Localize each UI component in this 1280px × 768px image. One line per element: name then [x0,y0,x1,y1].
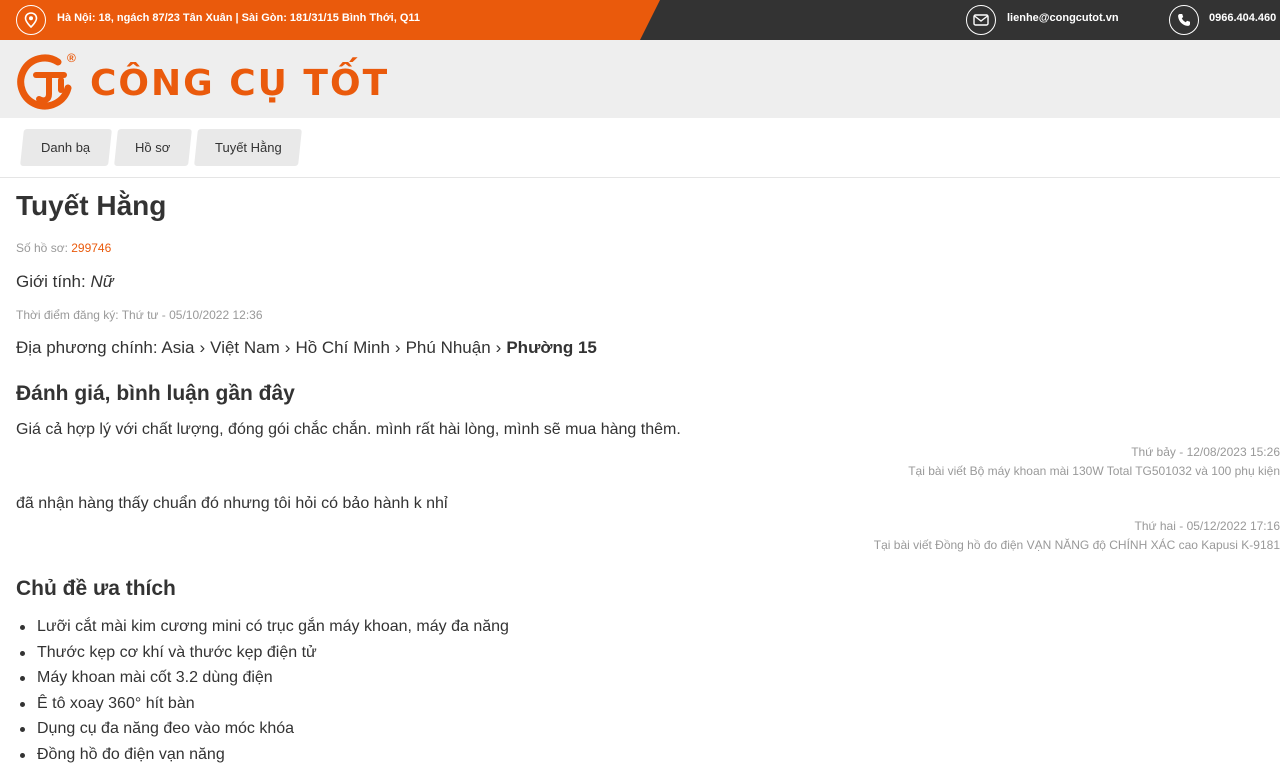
review-date: Thứ hai - 05/12/2022 17:16 [1134,519,1280,533]
topic-link[interactable]: Đồng hồ đo điện vạn năng [37,746,225,763]
review-source-link[interactable]: Tại bài viết Đồng hồ đo điện VẠN NĂNG độ… [874,538,1280,552]
logo-wordmark: CÔNG CỤ TỐT [90,63,390,104]
breadcrumb-label: Danh bạ [41,140,91,155]
header-divider [0,177,1280,178]
location-link-district[interactable]: Phú Nhuận [406,338,491,357]
breadcrumb-label: Tuyết Hằng [214,140,282,155]
logo-registered-mark: ® [67,51,76,65]
mail-icon[interactable] [966,5,996,35]
reviews-heading: Đánh giá, bình luận gần đây [16,382,295,405]
location-link-city[interactable]: Hồ Chí Minh [295,338,389,357]
favorite-topics-heading: Chủ đề ưa thích [16,577,176,600]
page-title: Tuyết Hằng [16,190,167,221]
breadcrumb-item-current[interactable]: Tuyết Hằng [194,129,302,166]
review-date: Thứ bảy - 12/08/2023 15:26 [1131,445,1280,459]
topic-link[interactable]: Lưỡi cắt mài kim cương mini có trục gắn … [37,618,509,635]
profile-number-label: Số hồ sơ: [16,241,72,255]
review-text: đã nhận hàng thấy chuẩn đó nhưng tôi hỏi… [16,495,448,512]
list-item: Thước kẹp cơ khí và thước kẹp điện tử [16,640,509,666]
registration-time: Thời điểm đăng ký: Thứ tư - 05/10/2022 1… [16,308,263,322]
site-header: ® CÔNG CỤ TỐT [0,40,1280,118]
list-item: Dụng cụ đa năng đeo vào móc khóa [16,716,509,742]
location-pin-icon [16,5,46,35]
top-contact-bar: Hà Nội: 18, ngách 87/23 Tân Xuân | Sài G… [0,0,1280,40]
profile-number: Số hồ sơ: 299746 [16,241,111,255]
phone-icon[interactable] [1169,5,1199,35]
list-item: Lưỡi cắt mài kim cương mini có trục gắn … [16,614,509,640]
list-item: Đồng hồ đo điện vạn năng [16,742,509,768]
review-source-link[interactable]: Tại bài viết Bộ máy khoan mài 130W Total… [908,464,1280,478]
contact-email-link[interactable]: lienhe@congcutot.vn [1007,12,1119,24]
topic-link[interactable]: Dụng cụ đa năng đeo vào móc khóa [37,720,294,737]
location-current-ward: Phường 15 [506,338,597,357]
topic-link[interactable]: Máy khoan mài cốt 3.2 dùng điện [37,669,273,686]
gender-label: Giới tính: [16,272,91,291]
location-link-country[interactable]: Việt Nam [210,338,280,357]
topic-link[interactable]: Ê tô xoay 360° hít bàn [37,695,195,712]
favorite-topics-list: Lưỡi cắt mài kim cương mini có trục gắn … [16,614,509,768]
location-link-region[interactable]: Asia [161,338,194,357]
list-item: Ê tô xoay 360° hít bàn [16,691,509,717]
review-text: Giá cả hợp lý với chất lượng, đóng gói c… [16,421,681,438]
profile-number-value: 299746 [71,241,112,255]
breadcrumb-item-directory[interactable]: Danh bạ [20,129,112,166]
breadcrumb-label: Hồ sơ [135,140,171,155]
main-location: Địa phương chính: Asia › Việt Nam › Hồ Chí M… [16,338,597,357]
contact-phone-link[interactable]: 0966.404.460 [1209,12,1276,24]
breadcrumb-item-profiles[interactable]: Hồ sơ [114,129,192,166]
list-item: Máy khoan mài cốt 3.2 dùng điện [16,665,509,691]
gender-line: Giới tính: Nữ [16,272,114,292]
location-label: Địa phương chính: [16,338,162,357]
logo-link[interactable]: ® CÔNG CỤ TỐT [0,40,387,118]
gender-value: Nữ [90,272,114,291]
topic-link[interactable]: Thước kẹp cơ khí và thước kẹp điện tử [37,644,317,661]
store-addresses: Hà Nội: 18, ngách 87/23 Tân Xuân | Sài G… [57,12,421,24]
